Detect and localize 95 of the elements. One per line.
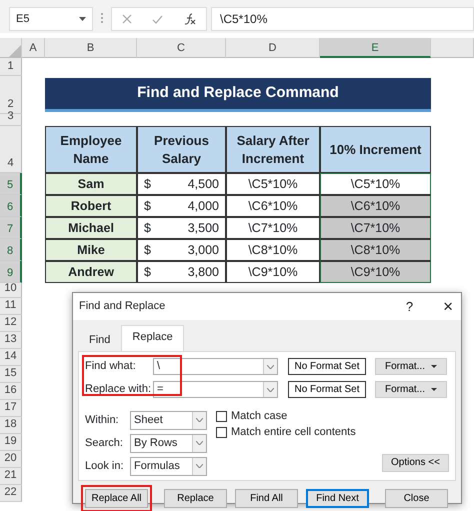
column-header[interactable]: D — [226, 38, 320, 58]
table-cell: \C6*10% — [320, 195, 431, 217]
table-cell-text: 4,500 — [188, 176, 219, 193]
table-cell: \C8*10% — [320, 239, 431, 261]
cancel-icon[interactable] — [122, 14, 132, 24]
column-heading: Previous Salary — [137, 126, 226, 173]
column-header[interactable]: C — [137, 38, 226, 58]
row-header[interactable]: 19 — [0, 434, 22, 451]
table-cell-text: $ — [144, 198, 151, 215]
format-status-button[interactable]: No Format Set — [288, 358, 366, 375]
column-heading: Salary After Increment — [226, 126, 320, 173]
table-cell: \C7*10% — [226, 217, 320, 239]
table-cell: \C6*10% — [226, 195, 320, 217]
table-cell-text: $ — [144, 220, 151, 237]
column-heading: Employee Name — [45, 126, 137, 173]
dropdown-field[interactable]: Formulas — [130, 456, 207, 476]
checkbox[interactable] — [216, 411, 227, 422]
table-cell-text: 3,500 — [188, 220, 219, 237]
table-title: Find and Replace Command — [45, 78, 431, 112]
dialog-button[interactable]: Close — [385, 488, 448, 508]
row-header[interactable]: 16 — [0, 383, 22, 400]
row-header[interactable]: 14 — [0, 349, 22, 366]
row-header[interactable]: 7 — [0, 217, 22, 239]
check-icon[interactable] — [152, 14, 164, 24]
checkbox-label: Match case — [231, 409, 288, 424]
tab[interactable]: Replace — [121, 325, 184, 350]
table-cell: Andrew — [45, 261, 137, 283]
format-status-button[interactable]: No Format Set — [288, 381, 366, 398]
row-header[interactable]: 15 — [0, 366, 22, 383]
table-cell-text: $ — [144, 264, 151, 281]
field-label: Look in: — [85, 458, 125, 474]
table-cell: Sam — [45, 173, 137, 195]
field-label: Within: — [85, 412, 120, 428]
row-header[interactable]: 22 — [0, 485, 22, 502]
row-header[interactable]: 8 — [0, 239, 22, 261]
dialog-button[interactable]: Find All — [235, 488, 298, 508]
row-header[interactable]: 4 — [0, 126, 22, 173]
text-field[interactable]: = — [153, 381, 278, 398]
table-cell: Mike — [45, 239, 137, 261]
dropdown-field[interactable]: Sheet — [130, 410, 207, 430]
dialog-title: Find and Replace — [79, 299, 166, 314]
table-cell: \C5*10% — [320, 173, 431, 195]
row-header[interactable]: 13 — [0, 332, 22, 349]
caret-icon — [431, 388, 437, 391]
checkbox-label: Match entire cell contents — [231, 425, 356, 440]
table-cell-text: 4,000 — [188, 198, 219, 215]
row-header[interactable]: 21 — [0, 468, 22, 485]
help-button[interactable]: ? — [406, 296, 414, 316]
column-header[interactable]: B — [45, 38, 137, 58]
field-label: Find what: — [85, 359, 137, 374]
table-cell: Robert — [45, 195, 137, 217]
name-box[interactable]: E5 — [9, 7, 93, 31]
caret-icon — [431, 365, 437, 368]
dropdown-icon[interactable] — [196, 441, 203, 445]
checkbox[interactable] — [216, 427, 227, 438]
text-field[interactable]: \ — [153, 358, 278, 375]
dropdown-icon[interactable] — [196, 418, 203, 422]
dialog-button[interactable]: Find Next — [306, 488, 369, 508]
table-cell: \C9*10% — [226, 261, 320, 283]
function-icon[interactable] — [184, 13, 196, 25]
row-header[interactable]: 5 — [0, 173, 22, 195]
field-label: Search: — [85, 436, 124, 451]
format-button[interactable]: Format... — [375, 381, 447, 398]
row-header[interactable]: 10 — [0, 283, 22, 298]
formula-field[interactable]: \C5*10% — [211, 7, 474, 31]
table-cell: \C9*10% — [320, 261, 431, 283]
table-cell: \C8*10% — [226, 239, 320, 261]
table-cell: Michael — [45, 217, 137, 239]
field-label: Replace with: — [85, 382, 152, 398]
dialog-button[interactable]: Replace — [164, 488, 227, 508]
table-cell-text: 3,000 — [188, 242, 219, 259]
table-cell: \C5*10% — [226, 173, 320, 195]
row-header[interactable]: 20 — [0, 451, 22, 468]
options-button[interactable]: Options << — [382, 454, 449, 472]
row-header[interactable]: 9 — [0, 261, 22, 283]
row-header[interactable]: 17 — [0, 400, 22, 417]
dropdown-icon[interactable] — [267, 364, 274, 368]
table-cell: \C7*10% — [320, 217, 431, 239]
column-header[interactable]: A — [22, 38, 45, 58]
dropdown-icon[interactable] — [267, 388, 274, 392]
row-header[interactable]: 1 — [0, 58, 22, 76]
dropdown-field[interactable]: By Rows — [130, 434, 207, 452]
dropdown-icon[interactable] — [196, 464, 203, 468]
row-header[interactable]: 18 — [0, 417, 22, 434]
close-button[interactable]: × — [443, 294, 453, 320]
format-button[interactable]: Format... — [375, 358, 447, 375]
table-cell-text: $ — [144, 176, 151, 193]
table-cell-text: $ — [144, 242, 151, 259]
table-cell-text: 3,800 — [188, 264, 219, 281]
dialog-button[interactable]: Replace All — [85, 488, 148, 508]
column-heading: 10% Increment — [320, 126, 431, 173]
row-header[interactable]: 11 — [0, 298, 22, 315]
row-header[interactable]: 12 — [0, 315, 22, 332]
column-header[interactable]: E — [320, 38, 431, 58]
row-header[interactable]: 6 — [0, 195, 22, 217]
